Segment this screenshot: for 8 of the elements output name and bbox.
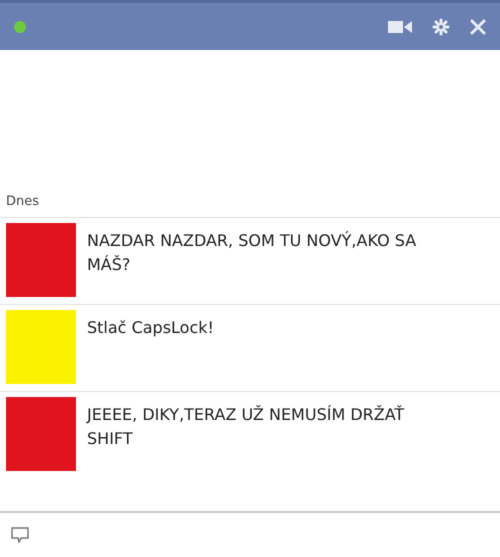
close-icon[interactable] bbox=[470, 18, 486, 34]
date-label: Dnes bbox=[0, 190, 500, 218]
settings-icon[interactable] bbox=[432, 18, 450, 36]
video-camera-icon[interactable] bbox=[388, 20, 412, 34]
message-text: NAZDAR NAZDAR, SOM TU NOVÝ,AKO SA MÁŠ? bbox=[87, 230, 418, 276]
chat-bubble-icon[interactable] bbox=[11, 527, 29, 543]
message-text: JEEEE, DIKY,TERAZ UŽ NEMUSÍM DRŽAŤ SHIFT bbox=[87, 404, 406, 450]
message-text: Stlač CapsLock! bbox=[87, 317, 215, 339]
